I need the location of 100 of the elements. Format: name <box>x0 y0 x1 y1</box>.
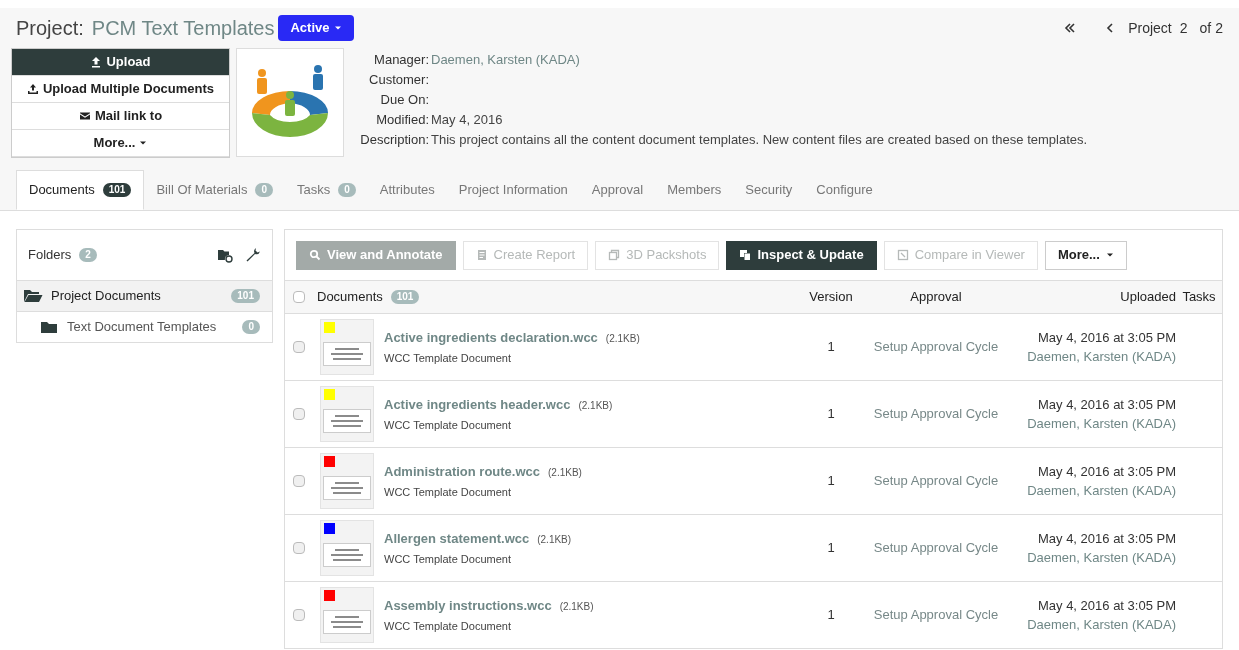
detail-label: Customer: <box>368 71 429 90</box>
upload-date: May 4, 2016 at 3:05 PM <box>1037 462 1176 481</box>
wrench-icon[interactable] <box>245 247 261 263</box>
mail-icon <box>78 110 91 122</box>
caret-icon <box>333 24 342 32</box>
document-type: WCC Template Document <box>384 350 512 366</box>
upload-date: May 4, 2016 at 3:05 PM <box>1037 395 1176 414</box>
column-header: Approval <box>909 288 963 307</box>
document-icon <box>475 249 488 261</box>
detail-label: Due On: <box>379 91 429 110</box>
version-cell-text: 1 <box>826 606 836 625</box>
caret-icon <box>1105 251 1114 259</box>
file-size: (2.1KB) <box>559 600 594 614</box>
detail-value[interactable]: Daemen, Karsten (KADA) <box>431 50 580 70</box>
tab[interactable]: Project Information <box>446 170 580 210</box>
version-cell-text: 1 <box>826 338 836 357</box>
upload-icon <box>26 83 39 95</box>
count-badge: 0 <box>242 320 260 334</box>
file-size: (2.1KB) <box>605 332 640 346</box>
column-header: Version <box>808 288 854 307</box>
file-size: (2.1KB) <box>537 533 572 547</box>
status-dropdown[interactable]: Active <box>278 15 354 41</box>
count-badge: 101 <box>390 290 420 304</box>
document-type: WCC Template Document <box>384 618 512 634</box>
toolbar-button[interactable]: More... <box>1044 240 1127 270</box>
folder-item[interactable]: Project Documents 101 <box>17 280 272 311</box>
select-all-checkbox[interactable] <box>293 291 305 303</box>
approval-link[interactable]: Setup Approval Cycle <box>861 404 1011 424</box>
tab[interactable]: Tasks 0 <box>285 170 368 210</box>
document-name[interactable]: Active ingredients header.wcc <box>384 395 571 415</box>
row-checkbox[interactable] <box>293 475 305 487</box>
toolbar-button[interactable]: Inspect & Update <box>726 240 877 270</box>
upload-date: May 4, 2016 at 3:05 PM <box>1037 596 1176 615</box>
detail-label: Description: <box>359 131 429 150</box>
row-checkbox[interactable] <box>293 609 305 621</box>
count-badge: 2 <box>79 248 97 262</box>
thumbnail-label-drawing <box>323 409 371 433</box>
tab[interactable]: Configure <box>804 170 885 210</box>
detail-label: Manager: <box>373 51 429 70</box>
detail-value: This project contains all the content document templates. New content files are created based on these templates. <box>431 131 1088 150</box>
pager-label: Project <box>1128 18 1172 38</box>
row-checkbox[interactable] <box>293 408 305 420</box>
tab[interactable]: Attributes <box>367 170 447 210</box>
version-cell-text: 1 <box>826 405 836 424</box>
project-label: Project: <box>16 16 84 41</box>
file-size: (2.1KB) <box>578 399 613 413</box>
document-name[interactable]: Active ingredients declaration.wcc <box>384 328 598 348</box>
approval-link[interactable]: Setup Approval Cycle <box>861 538 1011 558</box>
document-name[interactable]: Administration route.wcc <box>384 462 541 482</box>
version-cell-text: 1 <box>826 539 836 558</box>
uploader-name[interactable]: Daemen, Karsten (KADA) <box>1027 347 1176 367</box>
first-page-icon[interactable] <box>1064 22 1077 34</box>
tab[interactable]: Members <box>655 170 734 210</box>
uploader-name[interactable]: Daemen, Karsten (KADA) <box>1027 414 1176 434</box>
document-name[interactable]: Allergen statement.wcc <box>384 529 530 549</box>
approval-link[interactable]: Setup Approval Cycle <box>861 337 1011 357</box>
compare-icon <box>896 249 909 261</box>
file-size: (2.1KB) <box>548 466 582 480</box>
approval-link[interactable]: Setup Approval Cycle <box>861 605 1011 625</box>
row-checkbox[interactable] <box>293 341 305 353</box>
new-folder-icon[interactable] <box>217 247 233 263</box>
tab[interactable]: Bill Of Materials 0 <box>144 170 286 210</box>
document-type: WCC Template Document <box>384 484 512 500</box>
folder-icon <box>39 319 59 335</box>
tab[interactable]: Documents 101 <box>16 170 145 210</box>
count-badge: 0 <box>255 183 274 197</box>
thumbnail-label-drawing <box>323 610 371 634</box>
detail-value: May 4, 2016 <box>431 111 503 130</box>
tab[interactable]: Approval <box>579 170 656 210</box>
action-button[interactable]: Upload Multiple Documents <box>12 76 229 103</box>
thumbnail-label-drawing <box>323 543 371 567</box>
document-type: WCC Template Document <box>384 417 512 433</box>
version-cell-text: 1 <box>826 472 836 491</box>
uploader-name[interactable]: Daemen, Karsten (KADA) <box>1027 481 1176 501</box>
pager-total: 2 <box>1215 18 1223 38</box>
folder-name: Text Document Templates <box>67 318 218 337</box>
uploader-name[interactable]: Daemen, Karsten (KADA) <box>1027 548 1176 568</box>
upload-icon <box>90 56 103 68</box>
action-button[interactable]: More... <box>12 130 229 157</box>
caret-icon <box>139 139 148 147</box>
document-type: WCC Template Document <box>384 551 512 567</box>
column-header: Documents <box>317 288 383 307</box>
folder-name: Project Documents <box>51 287 162 306</box>
pager-of: of <box>1199 18 1212 38</box>
approval-link[interactable]: Setup Approval Cycle <box>861 471 1011 491</box>
column-header: Tasks <box>1181 288 1217 307</box>
thumbnail-label-drawing <box>323 342 371 366</box>
project-title: PCM Text Templates <box>91 16 275 41</box>
folders-title: Folders <box>28 246 72 265</box>
uploader-name[interactable]: Daemen, Karsten (KADA) <box>1027 615 1176 635</box>
pager-current: 2 <box>1179 18 1188 38</box>
upload-date: May 4, 2016 at 3:05 PM <box>1037 328 1176 347</box>
action-button[interactable]: Upload <box>12 49 229 76</box>
document-name[interactable]: Assembly instructions.wcc <box>384 596 552 616</box>
tab[interactable]: Security <box>733 170 805 210</box>
action-button[interactable]: Mail link to <box>12 103 229 130</box>
row-checkbox[interactable] <box>293 542 305 554</box>
toolbar-button[interactable]: View and Annotate <box>296 240 456 270</box>
search-icon <box>309 249 321 261</box>
count-badge: 101 <box>231 289 260 303</box>
